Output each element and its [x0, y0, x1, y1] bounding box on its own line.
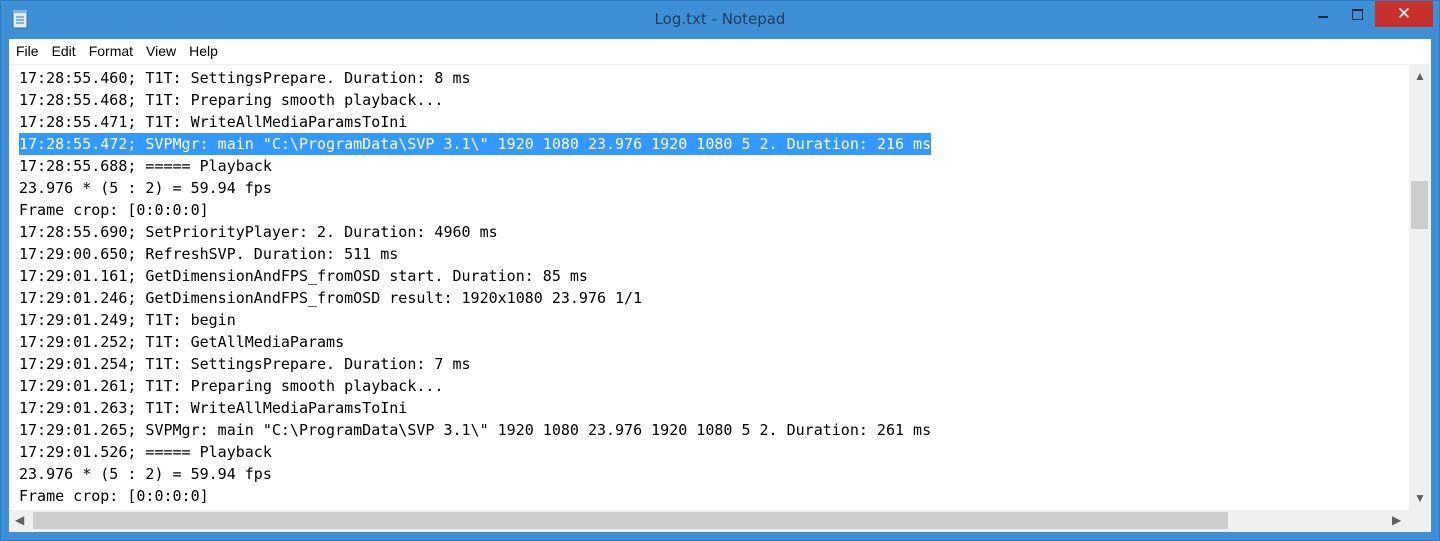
horizontal-scroll-thumb[interactable]: [33, 512, 1228, 529]
notepad-window: Log.txt - Notepad ✕ File Edit Format View He…: [0, 0, 1440, 541]
text-line[interactable]: 17:28:55.688; ===== Playback: [19, 155, 272, 177]
scroll-right-arrow-icon[interactable]: ▶: [1392, 513, 1401, 527]
text-line[interactable]: 23.976 * (5 : 2) = 59.94 fps: [19, 463, 272, 485]
menu-view[interactable]: View: [139, 39, 182, 64]
text-line[interactable]: 17:29:01.261; T1T: Preparing smooth play…: [19, 375, 443, 397]
text-line[interactable]: 17:28:55.468; T1T: Preparing smooth play…: [19, 89, 443, 111]
text-line[interactable]: 17:29:01.161; GetDimensionAndFPS_fromOSD…: [19, 265, 588, 287]
minimize-button[interactable]: [1306, 1, 1341, 27]
menu-file[interactable]: File: [9, 39, 45, 64]
horizontal-scrollbar[interactable]: ◀ ▶: [9, 510, 1409, 532]
window-bottom-border: [1, 532, 1439, 540]
text-editor[interactable]: 17:28:55.460; T1T: SettingsPrepare. Dura…: [9, 65, 1431, 510]
text-line[interactable]: 17:29:01.252; T1T: GetAllMediaParams: [19, 331, 344, 353]
text-line[interactable]: 17:28:55.460; T1T: SettingsPrepare. Dura…: [19, 67, 471, 89]
scroll-down-arrow-icon[interactable]: ▼: [1409, 491, 1431, 505]
maximize-icon: [1352, 9, 1363, 20]
scroll-up-arrow-icon[interactable]: ▲: [1409, 69, 1431, 83]
menu-format[interactable]: Format: [82, 39, 139, 64]
close-icon: ✕: [1396, 4, 1412, 23]
close-button[interactable]: ✕: [1375, 1, 1433, 27]
text-line[interactable]: Frame crop: [0:0:0:0]: [19, 199, 209, 221]
menu-help[interactable]: Help: [182, 39, 224, 64]
text-line[interactable]: Frame crop: [0:0:0:0]: [19, 485, 209, 507]
text-line[interactable]: 17:28:55.471; T1T: WriteAllMediaParamsTo…: [19, 111, 407, 133]
text-line[interactable]: 17:29:01.263; T1T: WriteAllMediaParamsTo…: [19, 397, 407, 419]
text-line[interactable]: 17:29:01.246; GetDimensionAndFPS_fromOSD…: [19, 287, 642, 309]
maximize-button[interactable]: [1341, 1, 1375, 27]
text-line[interactable]: 17:29:01.526; ===== Playback: [19, 441, 272, 463]
text-line[interactable]: 17:29:01.254; T1T: SettingsPrepare. Dura…: [19, 353, 471, 375]
text-line[interactable]: 17:28:55.690; SetPriorityPlayer: 2. Dura…: [19, 221, 498, 243]
title-bar[interactable]: Log.txt - Notepad ✕: [1, 1, 1439, 39]
text-line[interactable]: 17:29:00.650; RefreshSVP. Duration: 511 …: [19, 243, 398, 265]
text-line[interactable]: 17:29:01.249; T1T: begin: [19, 309, 236, 331]
window-title: Log.txt - Notepad: [654, 10, 786, 28]
text-line[interactable]: 17:29:01.265; SVPMgr: main "C:\ProgramDa…: [19, 419, 931, 441]
scroll-left-arrow-icon[interactable]: ◀: [15, 513, 24, 527]
resize-grip-icon[interactable]: [1409, 510, 1431, 532]
vertical-scroll-thumb[interactable]: [1411, 181, 1428, 229]
text-line[interactable]: 23.976 * (5 : 2) = 59.94 fps: [19, 177, 272, 199]
menu-bar: File Edit Format View Help: [9, 39, 1431, 65]
menu-edit[interactable]: Edit: [45, 39, 82, 64]
text-area[interactable]: 17:28:55.460; T1T: SettingsPrepare. Dura…: [9, 65, 1409, 510]
selected-text-line[interactable]: 17:28:55.472; SVPMgr: main "C:\ProgramDa…: [19, 133, 932, 155]
minimize-icon: [1318, 16, 1328, 18]
vertical-scrollbar[interactable]: ▲ ▼: [1409, 65, 1431, 510]
